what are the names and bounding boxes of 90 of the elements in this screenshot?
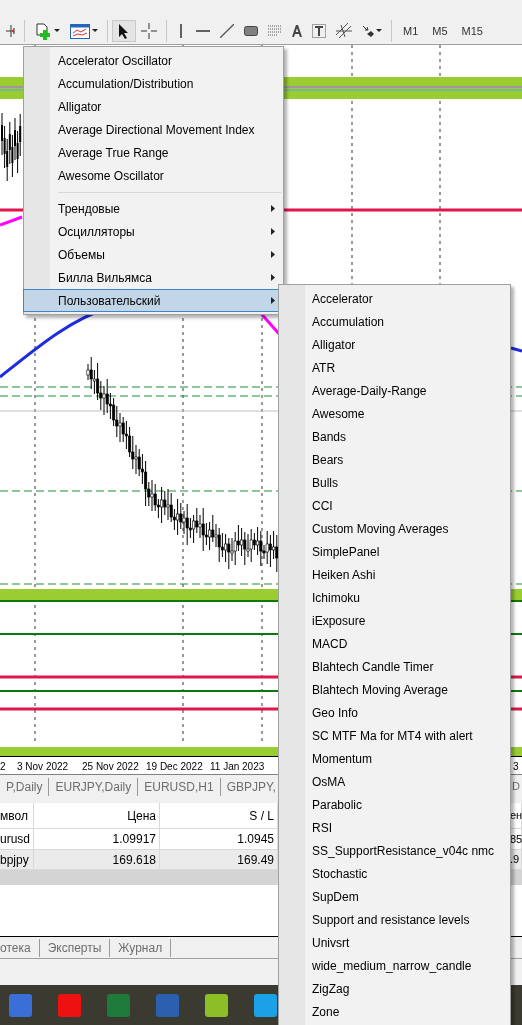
moving-average-line (0, 215, 23, 227)
menu-item[interactable]: Alligator (24, 95, 283, 118)
menu-item[interactable]: Parabolic (279, 793, 510, 816)
app-icon[interactable] (254, 993, 277, 1017)
menu-item[interactable]: ATR (279, 356, 510, 379)
date-label: 2 (0, 760, 6, 774)
menu-item[interactable]: Momentum (279, 747, 510, 770)
menu-item[interactable]: Average-Daily-Range (279, 379, 510, 402)
crosshair-icon (141, 23, 157, 39)
menu-item[interactable]: Average True Range (24, 141, 283, 164)
submenu-arrow-icon (271, 297, 275, 304)
menu-item[interactable]: Accumulation/Distribution (24, 72, 283, 95)
date-label: 3 Nov 2022 (17, 760, 69, 774)
menu-item[interactable]: Awesome Oscillator (24, 164, 283, 187)
chart-tab[interactable]: EURUSD,H1 (138, 777, 221, 796)
menu-item[interactable]: SC MTF Ma for MT4 with alert (279, 724, 510, 747)
chart-window-icon (70, 23, 90, 39)
menu-item[interactable]: Geo Info (279, 701, 510, 724)
cursor-button[interactable] (112, 20, 136, 42)
menu-item[interactable]: SimplePanel (279, 540, 510, 563)
app-icon[interactable] (58, 993, 81, 1017)
menu-item[interactable]: SS_SupportResistance_v04c nmc (279, 839, 510, 862)
menu-item[interactable]: Awesome (279, 402, 510, 425)
menu-item[interactable]: Univsrt (279, 931, 510, 954)
menu-item[interactable]: wide_medium_narrow_candle (279, 954, 510, 977)
menu-item[interactable]: RSI (279, 816, 510, 839)
menu-item[interactable]: Blahtech Moving Average (279, 678, 510, 701)
menu-item[interactable]: Custom Moving Averages (279, 517, 510, 540)
date-label: 11 Jan 2023 (210, 760, 265, 774)
period-button[interactable]: M1 (396, 20, 426, 42)
chart-tab[interactable]: EURJPY,Daily (49, 777, 139, 796)
chart-tab[interactable]: GBPJPY, (220, 777, 276, 796)
table-cell: 169.618 (34, 850, 160, 870)
dotted-lines-icon (268, 24, 282, 38)
submenu-item[interactable]: Осцилляторы (24, 220, 283, 243)
arrows-icon (362, 25, 374, 37)
menu-item[interactable]: Accelerator Oscillator (24, 49, 283, 72)
menu-item[interactable]: Zone (279, 1000, 510, 1023)
table-cell: 169.49 (160, 850, 278, 870)
menu-item[interactable]: Bulls (279, 471, 510, 494)
caret-icon (92, 29, 98, 33)
menu-item[interactable]: OsMA (279, 770, 510, 793)
cursor-arrow-icon (118, 23, 130, 39)
menu-item[interactable]: Heiken Ashi (279, 563, 510, 586)
submenu-item[interactable]: Трендовые (24, 197, 283, 220)
diagonal-line-icon (220, 24, 234, 38)
document-plus-icon (34, 22, 52, 40)
menu-item[interactable]: Blahtech Candle Timer (279, 655, 510, 678)
menu-item[interactable]: ZigZag (279, 977, 510, 1000)
caret-icon (376, 29, 382, 33)
rectangle-icon (244, 26, 258, 36)
menu-item[interactable]: Support and resistance levels (279, 908, 510, 931)
period-button[interactable]: M15 (454, 20, 490, 42)
menu-item[interactable]: Alligator (279, 333, 510, 356)
menu-item[interactable]: Bears (279, 448, 510, 471)
menu-item[interactable]: CCI (279, 494, 510, 517)
submenu-arrow-icon (271, 205, 275, 212)
moving-average-line (510, 346, 522, 353)
submenu-arrow-icon (271, 251, 275, 258)
app-icon[interactable] (9, 993, 32, 1017)
chart-tab[interactable]: P,Daily (0, 777, 50, 796)
period-button[interactable]: M5 (425, 20, 455, 42)
dashed-box-icon (312, 24, 326, 38)
terminal-tab[interactable]: Эксперты (39, 938, 111, 957)
menu-item[interactable]: Accumulation (279, 310, 510, 333)
pitchfork-icon (336, 23, 352, 39)
date-label: 25 Nov 2022 (82, 760, 139, 774)
date-label: 3 (513, 760, 519, 774)
caret-icon (54, 29, 60, 33)
table-cell: bpjpy (0, 850, 34, 870)
submenu-arrow-icon (271, 228, 275, 235)
column-header: Цена (34, 803, 160, 829)
submenu-arrow-icon (271, 274, 275, 281)
terminal-tab[interactable]: Журнал (110, 938, 172, 957)
menu-item[interactable]: Ichimoku (279, 586, 510, 609)
menu-item[interactable]: iExposure (279, 609, 510, 632)
menu-item[interactable]: SupDem (279, 885, 510, 908)
menu-item[interactable]: MACD (279, 632, 510, 655)
menu-item[interactable]: Stochastic (279, 862, 510, 885)
horizontal-line-icon (196, 29, 210, 33)
submenu-item[interactable]: Объемы (24, 243, 283, 266)
letter-a-icon (292, 25, 302, 37)
menu-item[interactable]: Average Directional Movement Index (24, 118, 283, 141)
column-header: мвол (0, 803, 34, 829)
app-icon[interactable] (205, 993, 228, 1017)
terminal-tab[interactable]: отека (0, 938, 40, 957)
menu-item[interactable]: Bands (279, 425, 510, 448)
date-label: 19 Dec 2022 (146, 760, 203, 774)
submenu-item[interactable]: Билла Вильямса (24, 266, 283, 289)
chart-shift-icon (5, 24, 15, 38)
